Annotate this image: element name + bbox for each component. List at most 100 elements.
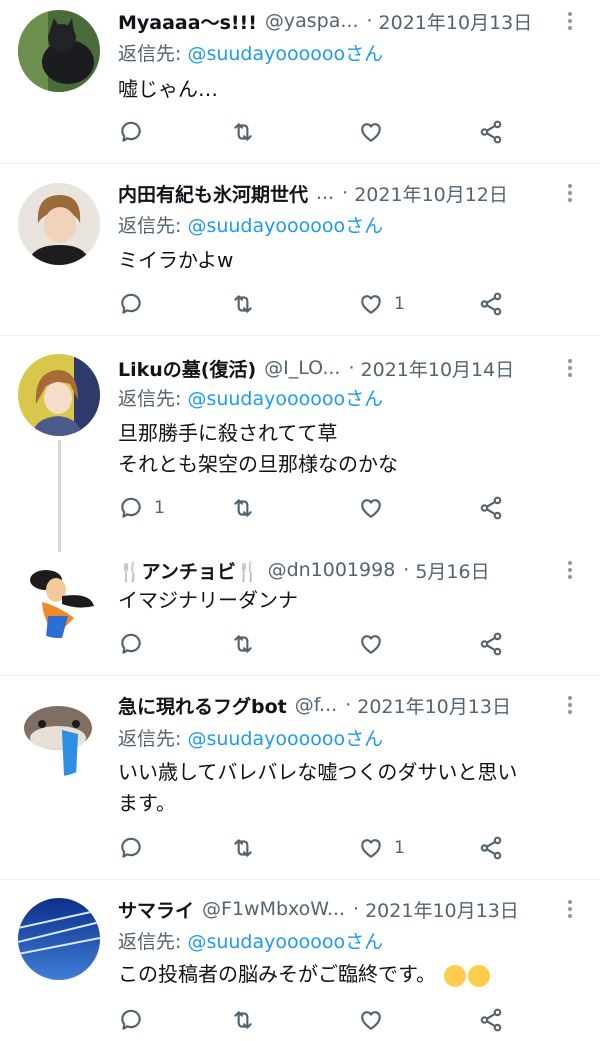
like-button[interactable]	[358, 112, 394, 152]
tweet-text: ミイラかよw	[118, 248, 234, 272]
display-name[interactable]: サマライ	[118, 896, 194, 923]
retweet-icon	[234, 499, 252, 517]
tweet-text-body: この投稿者の脳みそがご臨終です。	[118, 962, 436, 986]
retweet-button[interactable]	[230, 1000, 256, 1040]
reply-button[interactable]: 1	[118, 488, 165, 528]
like-button[interactable]: 1	[358, 284, 405, 324]
reply-to-user-link[interactable]: @suudayoooooo	[187, 931, 345, 953]
retweet-button[interactable]	[230, 284, 256, 324]
user-handle[interactable]: @yaspa...	[265, 10, 359, 32]
divider	[0, 879, 600, 880]
more-icon[interactable]	[560, 555, 580, 585]
cat-avatar-image	[18, 10, 100, 92]
separator-dot: ·	[345, 694, 352, 716]
display-name[interactable]: 内田有紀も氷河期世代	[118, 180, 308, 207]
share-button[interactable]	[478, 828, 504, 868]
heart-icon	[361, 635, 381, 654]
reply-to-label: 返信先:	[118, 931, 188, 953]
display-name[interactable]: 🍴アンチョビ🍴	[118, 557, 260, 584]
avatar[interactable]	[18, 10, 100, 92]
tweet-header: サマライ @F1wMbxoW... · 2021年10月13日	[118, 894, 552, 924]
retweet-button[interactable]	[230, 828, 256, 868]
user-handle[interactable]: ...	[316, 182, 334, 204]
tweet-actions: 1	[0, 488, 600, 528]
display-name[interactable]: 急に現れるフグbot	[118, 692, 287, 719]
separator-dot: ·	[403, 559, 410, 581]
share-button[interactable]	[478, 1000, 504, 1040]
pufferfish-avatar-image	[18, 694, 100, 776]
reply-button[interactable]	[118, 112, 154, 152]
like-count: 1	[394, 838, 405, 858]
user-handle[interactable]: @dn1001998	[268, 559, 396, 581]
share-button[interactable]	[478, 488, 504, 528]
retweet-button[interactable]	[230, 488, 256, 528]
separator-dot: ·	[348, 357, 355, 379]
reply-icon	[121, 1009, 141, 1030]
separator-dot: ·	[366, 10, 373, 32]
more-icon[interactable]	[560, 353, 580, 383]
timestamp[interactable]: 2021年10月13日	[357, 692, 511, 719]
reply-to-suffix: さん	[345, 388, 384, 410]
display-name[interactable]: Likuの墓(復活)	[118, 355, 256, 382]
like-button[interactable]	[358, 624, 394, 664]
reply-to-user-link[interactable]: @suudayoooooo	[187, 215, 345, 237]
divider	[0, 163, 600, 164]
divider	[0, 675, 600, 676]
reply-to-suffix: さん	[345, 215, 384, 237]
reply-to-user-link[interactable]: @suudayoooooo	[187, 43, 345, 65]
reply-to-suffix: さん	[345, 728, 384, 750]
user-handle[interactable]: @F1wMbxoW...	[202, 898, 345, 920]
timestamp[interactable]: 2021年10月14日	[361, 355, 515, 382]
share-button[interactable]	[478, 624, 504, 664]
separator-dot: ·	[342, 182, 349, 204]
tweet-actions: 1	[0, 828, 600, 868]
reply-to-user-link[interactable]: @suudayoooooo	[187, 728, 345, 750]
display-name[interactable]: Myaaaa〜s!!!	[118, 8, 257, 35]
user-handle[interactable]: @I_LO...	[264, 357, 340, 379]
avatar[interactable]	[18, 694, 100, 776]
timestamp[interactable]: 5月16日	[415, 557, 489, 584]
retweet-icon	[234, 839, 252, 857]
tweet-text: イマジナリーダンナ	[118, 588, 298, 612]
more-icon[interactable]	[560, 690, 580, 720]
reply-to-user-link[interactable]: @suudayoooooo	[187, 388, 345, 410]
tweet-text: 旦那勝手に殺されてて草 それとも架空の旦那様なのかな	[118, 421, 398, 476]
tweet-header: 🍴アンチョビ🍴 @dn1001998 · 5月16日	[118, 555, 552, 585]
more-icon[interactable]	[560, 894, 580, 924]
share-button[interactable]	[478, 284, 504, 324]
like-button[interactable]: 1	[358, 828, 405, 868]
heart-icon	[361, 839, 381, 858]
tweet-header: 内田有紀も氷河期世代 ... · 2021年10月12日	[118, 178, 552, 208]
tweet-actions: 1	[0, 284, 600, 324]
reply-button[interactable]	[118, 1000, 154, 1040]
tears-of-joy-emoji	[468, 964, 491, 987]
reply-button[interactable]	[118, 624, 154, 664]
timestamp[interactable]: 2021年10月13日	[365, 896, 519, 923]
tweet-text: いい歳してバレバレな嘘つくのダサいと思い ます。	[118, 760, 518, 815]
heart-icon	[361, 499, 381, 518]
avatar[interactable]	[18, 183, 100, 265]
tweet-text: 嘘じゃん…	[118, 77, 218, 101]
tweet-header: Myaaaa〜s!!! @yaspa... · 2021年10月13日	[118, 6, 552, 36]
retweet-button[interactable]	[230, 624, 256, 664]
share-button[interactable]	[478, 112, 504, 152]
more-icon[interactable]	[560, 6, 580, 36]
avatar[interactable]	[18, 898, 100, 980]
timestamp[interactable]: 2021年10月13日	[379, 8, 533, 35]
more-icon[interactable]	[560, 178, 580, 208]
reply-button[interactable]	[118, 828, 154, 868]
like-button[interactable]	[358, 488, 394, 528]
retweet-icon	[234, 635, 252, 653]
rolling-laughing-emoji	[444, 964, 467, 987]
avatar[interactable]	[18, 354, 100, 436]
like-button[interactable]	[358, 1000, 394, 1040]
reply-to-suffix: さん	[345, 931, 384, 953]
timestamp[interactable]: 2021年10月12日	[354, 180, 508, 207]
divider	[0, 335, 600, 336]
share-icon	[480, 632, 502, 656]
user-handle[interactable]: @f...	[295, 694, 337, 716]
share-icon	[480, 496, 502, 520]
reply-button[interactable]	[118, 284, 154, 324]
retweet-button[interactable]	[230, 112, 256, 152]
heart-icon	[361, 1011, 381, 1030]
